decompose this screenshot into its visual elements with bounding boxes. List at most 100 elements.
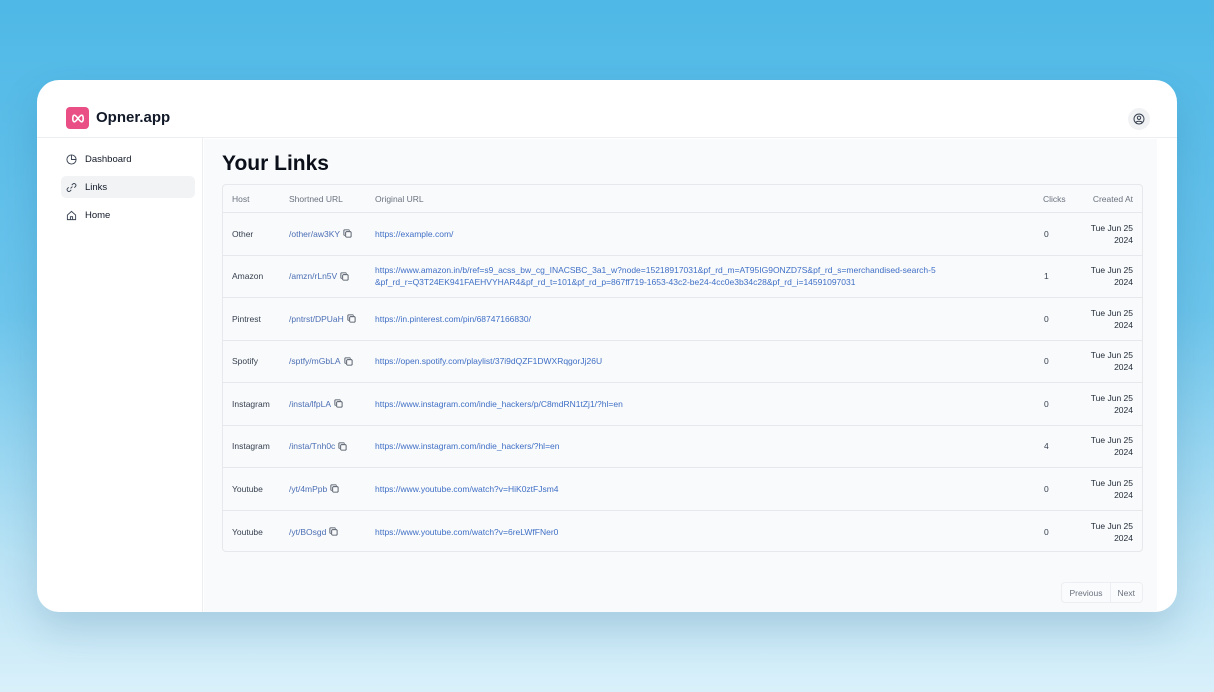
created-at-cell: Tue Jun 25 2024 <box>1073 520 1133 544</box>
created-year: 2024 <box>1114 404 1133 415</box>
created-year: 2024 <box>1114 447 1133 458</box>
short-url-link[interactable]: /insta/lfpLA <box>289 399 331 409</box>
created-at-cell: Tue Jun 25 2024 <box>1073 434 1133 458</box>
created-year: 2024 <box>1114 234 1133 245</box>
copy-icon[interactable] <box>338 442 347 451</box>
page-title: Your Links <box>222 152 329 175</box>
table-row: Spotify/sptfy/mGbLA https://open.spotify.… <box>223 341 1142 383</box>
table-row: Instagram/insta/lfpLA https://www.instagr… <box>223 383 1142 426</box>
sidebar-item-dashboard[interactable]: Dashboard <box>61 148 195 170</box>
created-year: 2024 <box>1114 319 1133 330</box>
pie-chart-icon <box>66 153 77 165</box>
short-url-link[interactable]: /yt/4mPpb <box>289 484 327 494</box>
short-url-cell[interactable]: /yt/4mPpb <box>289 484 339 494</box>
host-cell: Youtube <box>232 483 263 494</box>
short-url-cell[interactable]: /sptfy/mGbLA <box>289 356 353 366</box>
original-url-link[interactable]: https://www.instagram.com/indie_hackers/… <box>375 440 940 452</box>
table-row: Pintrest/pntrst/DPUaH https://in.pinteres… <box>223 298 1142 341</box>
sidebar-item-links[interactable]: Links <box>61 176 195 198</box>
created-date: Tue Jun 25 <box>1090 307 1133 318</box>
host-cell: Amazon <box>232 271 264 282</box>
short-url-cell[interactable]: /yt/BOsgd <box>289 527 338 537</box>
original-url-link[interactable]: https://www.youtube.com/watch?v=HiK0ztFJ… <box>375 483 940 495</box>
sidebar-item-label: Home <box>85 209 111 221</box>
copy-icon[interactable] <box>343 229 352 238</box>
created-year: 2024 <box>1114 362 1133 373</box>
created-year: 2024 <box>1114 532 1133 543</box>
sidebar-item-home[interactable]: Home <box>61 204 195 226</box>
user-menu-button[interactable] <box>1128 108 1150 130</box>
original-url-link[interactable]: https://example.com/ <box>375 228 940 240</box>
previous-button[interactable]: Previous <box>1061 582 1111 603</box>
short-url-cell[interactable]: /insta/lfpLA <box>289 399 343 409</box>
table-header: Host Shortned URL Original URL Clicks Cr… <box>223 185 1142 213</box>
app-window: Opner.app Dashboard Links Home Your Link… <box>37 80 1177 612</box>
created-date: Tue Jun 25 <box>1090 265 1133 276</box>
pagination: Previous Next <box>1061 582 1143 603</box>
copy-icon[interactable] <box>343 357 353 366</box>
original-url-link[interactable]: https://open.spotify.com/playlist/37i9dQ… <box>375 355 940 367</box>
host-cell: Instagram <box>232 398 270 409</box>
created-date: Tue Jun 25 <box>1090 222 1133 233</box>
original-url-link[interactable]: https://www.instagram.com/indie_hackers/… <box>375 398 940 410</box>
created-date: Tue Jun 25 <box>1090 435 1133 446</box>
short-url-cell[interactable]: /amzn/rLn5V <box>289 271 349 281</box>
column-header-clicks: Clicks <box>1043 194 1066 204</box>
table-row: Amazon/amzn/rLn5V https://www.amazon.in/b… <box>223 256 1142 298</box>
created-date: Tue Jun 25 <box>1090 350 1133 361</box>
host-cell: Instagram <box>232 441 270 452</box>
clicks-cell: 0 <box>1044 526 1049 537</box>
brand-name[interactable]: Opner.app <box>96 109 170 126</box>
short-url-link[interactable]: /sptfy/mGbLA <box>289 356 341 366</box>
clicks-cell: 4 <box>1044 441 1049 452</box>
clicks-cell: 0 <box>1044 228 1049 239</box>
host-cell: Youtube <box>232 526 263 537</box>
created-date: Tue Jun 25 <box>1090 520 1133 531</box>
sidebar-item-label: Links <box>85 181 108 193</box>
short-url-link[interactable]: /yt/BOsgd <box>289 527 326 537</box>
created-at-cell: Tue Jun 25 2024 <box>1073 349 1133 373</box>
created-at-cell: Tue Jun 25 2024 <box>1073 264 1133 288</box>
clicks-cell: 0 <box>1044 483 1049 494</box>
sidebar: Dashboard Links Home <box>37 138 203 612</box>
clicks-cell: 1 <box>1044 271 1049 282</box>
sidebar-item-label: Dashboard <box>85 153 132 165</box>
original-url-link[interactable]: https://in.pinterest.com/pin/68747166830… <box>375 313 940 325</box>
brand-logo[interactable] <box>66 107 89 129</box>
copy-icon[interactable] <box>330 484 339 493</box>
created-at-cell: Tue Jun 25 2024 <box>1073 222 1133 246</box>
column-header-host: Host <box>232 194 250 204</box>
copy-icon[interactable] <box>329 527 338 536</box>
main-content: Your Links Host Shortned URL Original UR… <box>204 139 1157 612</box>
host-cell: Spotify <box>232 356 258 367</box>
column-header-original-url: Original URL <box>375 194 424 204</box>
top-bar: Opner.app <box>37 80 1177 138</box>
table-row: Youtube/yt/BOsgd https://www.youtube.com/… <box>223 511 1142 552</box>
links-table: Host Shortned URL Original URL Clicks Cr… <box>222 184 1143 552</box>
user-circle-icon <box>1133 113 1145 125</box>
copy-icon[interactable] <box>347 314 356 323</box>
created-year: 2024 <box>1114 489 1133 500</box>
short-url-link[interactable]: /amzn/rLn5V <box>289 271 337 281</box>
clicks-cell: 0 <box>1044 398 1049 409</box>
column-header-created-at: Created At <box>1092 194 1133 204</box>
short-url-cell[interactable]: /pntrst/DPUaH <box>289 314 356 324</box>
created-at-cell: Tue Jun 25 2024 <box>1073 307 1133 331</box>
original-url-link[interactable]: https://www.youtube.com/watch?v=6reLWfFN… <box>375 526 940 538</box>
created-year: 2024 <box>1114 277 1133 288</box>
short-url-link[interactable]: /pntrst/DPUaH <box>289 314 344 324</box>
copy-icon[interactable] <box>340 272 349 281</box>
copy-icon[interactable] <box>334 399 343 408</box>
link-icon <box>66 182 77 192</box>
short-url-cell[interactable]: /insta/Tnh0c <box>289 441 347 451</box>
short-url-cell[interactable]: /other/aw3KY <box>289 229 352 239</box>
short-url-link[interactable]: /other/aw3KY <box>289 229 340 239</box>
table-row: Other/other/aw3KY https://example.com/0 Tu… <box>223 213 1142 256</box>
clicks-cell: 0 <box>1044 356 1049 367</box>
created-date: Tue Jun 25 <box>1090 477 1133 488</box>
created-at-cell: Tue Jun 25 2024 <box>1073 392 1133 416</box>
next-button[interactable]: Next <box>1110 582 1143 603</box>
original-url-link[interactable]: https://www.amazon.in/b/ref=s9_acss_bw_c… <box>375 264 940 288</box>
clicks-cell: 0 <box>1044 313 1049 324</box>
short-url-link[interactable]: /insta/Tnh0c <box>289 441 335 451</box>
